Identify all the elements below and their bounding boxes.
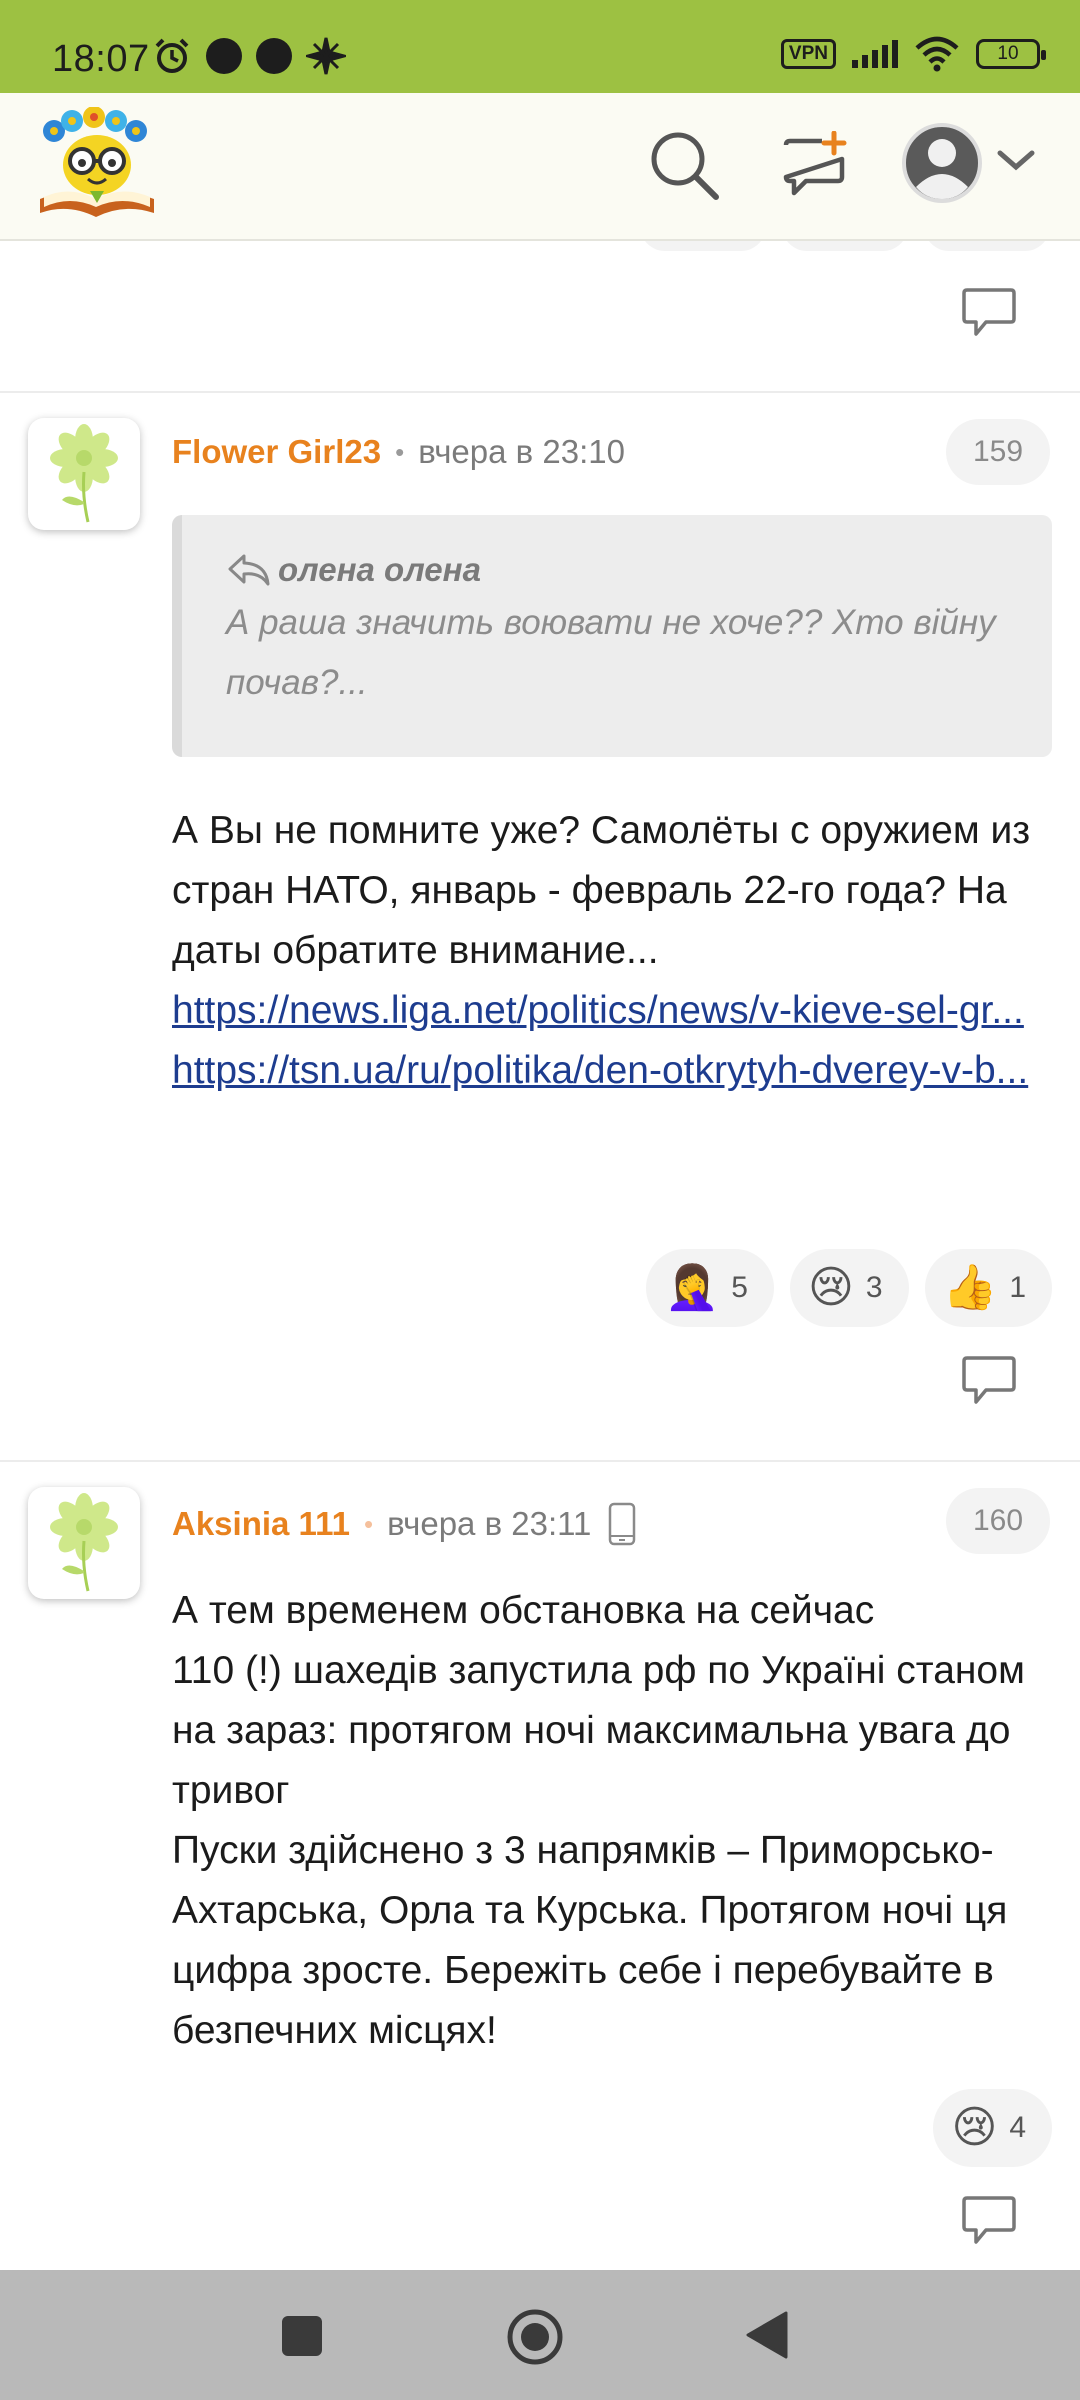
previous-reactions-remnant — [640, 241, 1050, 251]
comments-feed: Flower Girl23 • вчера в 23:10 159 олена … — [0, 241, 1080, 2269]
reaction-facepalm[interactable]: 🤦‍♀️ 5 — [646, 1249, 774, 1327]
app-header — [0, 93, 1080, 241]
avatar[interactable] — [28, 418, 140, 530]
reaction-count: 4 — [1009, 2111, 1026, 2144]
comment-text-line: А тем временем обстановка на сейчас — [172, 1589, 875, 1632]
comment-time: вчера в 23:11 — [387, 1505, 592, 1542]
system-nav-bar — [0, 2270, 1080, 2400]
chevron-down-icon — [997, 150, 1035, 171]
comment-body: А Вы не помните уже? Самолёты с оружием … — [172, 801, 1052, 1101]
reply-arrow-icon — [228, 554, 270, 586]
thumbs-up-icon: 👍 — [942, 1263, 998, 1312]
facepalm-icon: 🤦‍♀️ — [664, 1263, 720, 1312]
meta-separator: • — [395, 436, 405, 467]
battery-icon: 10 — [976, 39, 1046, 69]
crying-face-icon: 😢 — [951, 2103, 998, 2152]
new-post-icon[interactable] — [782, 131, 848, 197]
reactions-bar: 😢 4 — [933, 2089, 1052, 2167]
quote-author: олена олена — [278, 551, 481, 588]
signal-icon — [852, 40, 898, 68]
back-icon[interactable] — [744, 2310, 790, 2360]
home-icon[interactable] — [506, 2308, 564, 2366]
meta-separator: • — [363, 1508, 374, 1539]
comment-divider — [0, 391, 1080, 393]
crying-face-icon: 😢 — [807, 1263, 854, 1312]
comment-divider — [0, 1460, 1080, 1462]
reply-icon[interactable] — [960, 1355, 1018, 1407]
quote-header: олена олена — [226, 551, 1012, 589]
status-time: 18:07 — [52, 38, 150, 80]
reaction-count: 1 — [1009, 1271, 1026, 1304]
quoted-comment[interactable]: олена олена А раша значить воювати не хо… — [172, 515, 1052, 757]
flower-icon — [50, 424, 118, 523]
reply-icon[interactable] — [960, 2195, 1018, 2247]
comment-body: А тем временем обстановка на сейчас 110 … — [172, 1581, 1052, 2061]
alarm-icon — [155, 38, 189, 73]
search-icon[interactable] — [648, 129, 720, 201]
mobile-device-icon — [609, 1502, 636, 1546]
system-indicators: VPN 10 — [780, 36, 1046, 72]
comment-number[interactable]: 160 — [946, 1488, 1050, 1554]
notification-dot-icon — [206, 38, 242, 74]
comment-text-line: 110 (!) шахедів запустила рф по Україні … — [172, 1649, 1025, 1812]
site-logo[interactable] — [34, 107, 160, 223]
account-menu[interactable] — [900, 121, 1040, 205]
comment-link[interactable]: https://news.liga.net/politics/news/v-ki… — [172, 981, 1052, 1041]
reply-icon[interactable] — [960, 287, 1018, 339]
reaction-count: 5 — [731, 1271, 748, 1304]
sparkle-icon — [306, 37, 346, 75]
flower-icon — [50, 1493, 118, 1592]
quote-text: А раша значить воювати не хоче?? Хто вій… — [226, 603, 996, 702]
avatar[interactable] — [28, 1487, 140, 1599]
avatar-icon — [902, 123, 982, 203]
reactions-bar: 🤦‍♀️ 5 😢 3 👍 1 — [646, 1249, 1052, 1327]
comment-link[interactable]: https://tsn.ua/ru/politika/den-otkrytyh-… — [172, 1041, 1052, 1101]
comment-time: вчера в 23:10 — [418, 433, 625, 470]
reaction-crying[interactable]: 😢 3 — [789, 1249, 909, 1327]
author-name[interactable]: Aksinia 111 — [172, 1505, 350, 1543]
author-name[interactable]: Flower Girl23 — [172, 433, 381, 471]
comment-text-line: Пуски здійснено з 3 напрямків – Приморсь… — [172, 1829, 1008, 2052]
reaction-thumbs-up[interactable]: 👍 1 — [924, 1249, 1052, 1327]
recent-apps-icon[interactable] — [280, 2314, 324, 2358]
status-bar: 18:07 VPN 10 — [0, 0, 1080, 93]
comment-meta: Flower Girl23 • вчера в 23:10 — [172, 433, 625, 471]
comment-text: А Вы не помните уже? Самолёты с оружием … — [172, 809, 1031, 972]
vpn-badge: VPN — [780, 39, 836, 69]
notification-icons — [152, 36, 346, 76]
reaction-count: 3 — [865, 1271, 883, 1304]
reaction-crying[interactable]: 😢 4 — [933, 2089, 1052, 2167]
notification-dot-icon — [256, 38, 292, 74]
comment-number[interactable]: 159 — [946, 419, 1050, 485]
comment-meta: Aksinia 111 • вчера в 23:11 — [172, 1502, 637, 1546]
wifi-icon — [915, 36, 959, 72]
